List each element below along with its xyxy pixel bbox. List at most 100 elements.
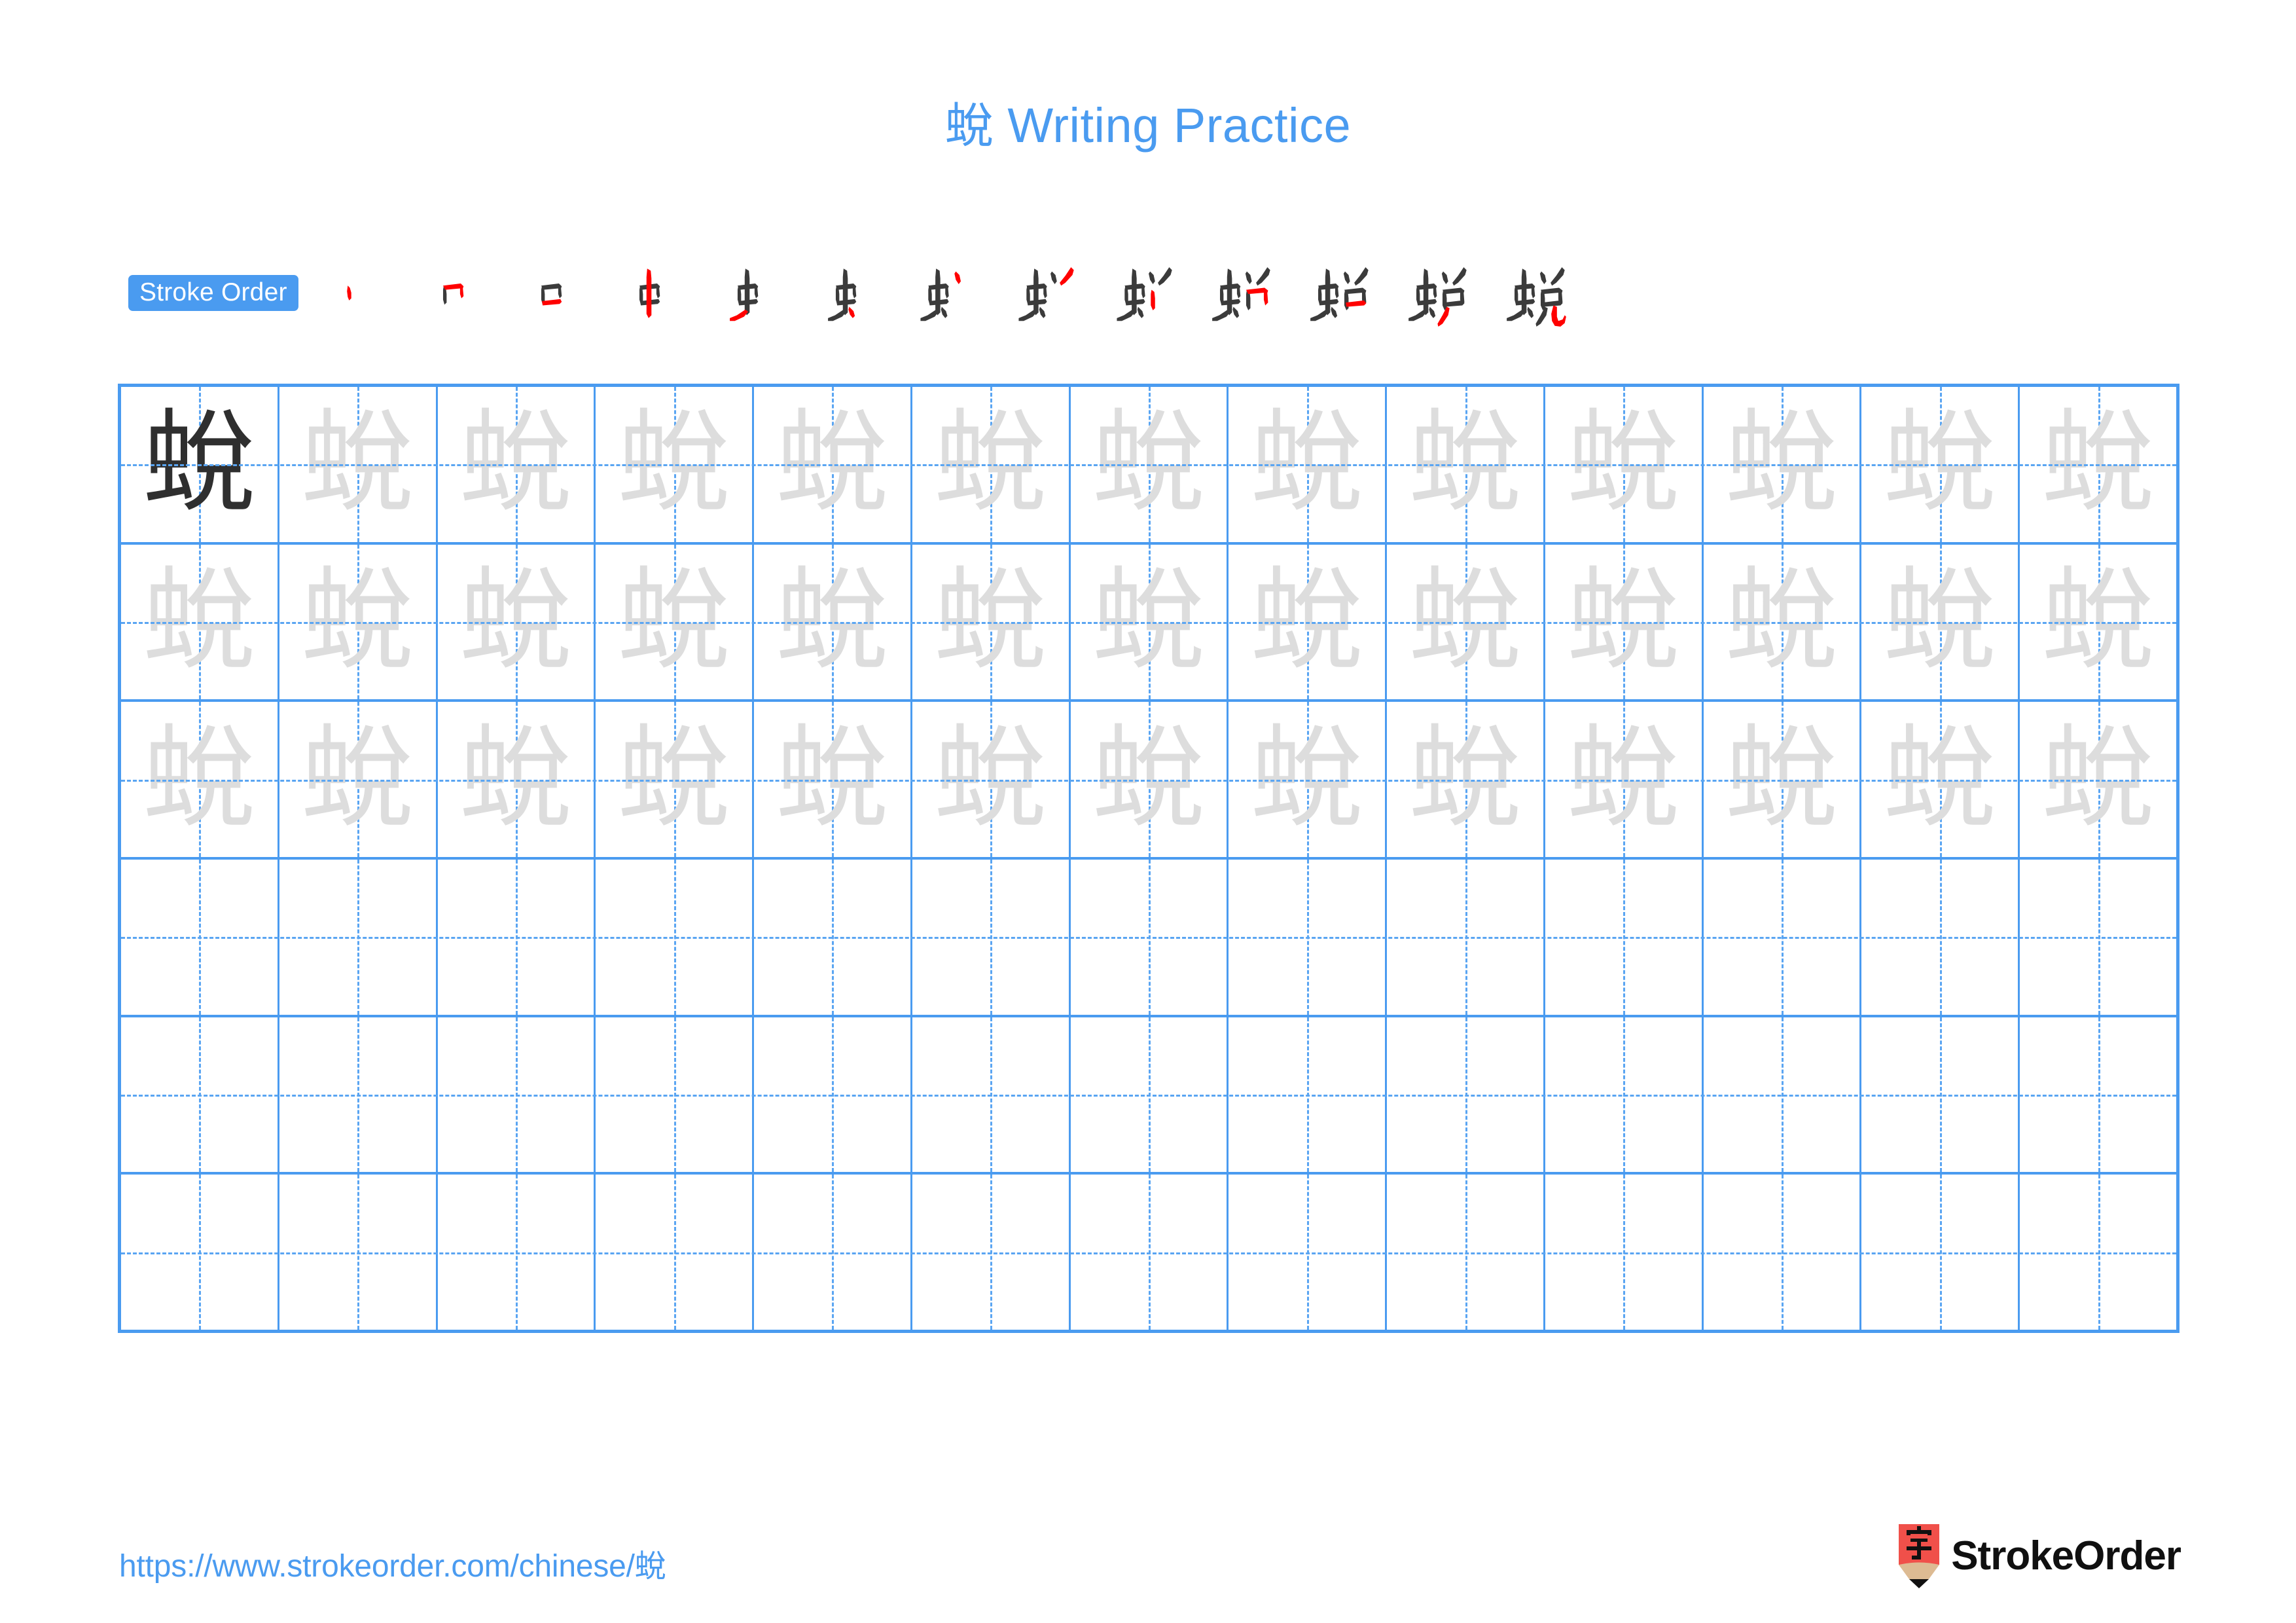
practice-cell[interactable] [1229,1175,1388,1330]
practice-char: 蛻 [934,396,1047,528]
practice-cell[interactable] [912,1017,1071,1173]
practice-cell[interactable] [121,860,279,1015]
practice-char: 蛻 [617,554,730,685]
practice-cell[interactable]: 蛻 [1545,387,1704,542]
practice-cell[interactable] [1071,1017,1229,1173]
practice-cell[interactable] [596,860,755,1015]
practice-cell[interactable] [279,1017,438,1173]
practice-cell[interactable]: 蛻 [1229,387,1388,542]
practice-cell[interactable] [1545,1017,1704,1173]
practice-cell[interactable] [1229,860,1388,1015]
practice-cell[interactable] [121,1017,279,1173]
practice-cell[interactable]: 蛻 [912,544,1071,700]
practice-char: 蛻 [143,554,256,685]
practice-cell[interactable]: 蛻 [1704,544,1862,700]
practice-cell[interactable] [438,860,596,1015]
practice-cell[interactable]: 蛻 [912,387,1071,542]
stroke-step-13 [1483,256,1581,329]
practice-cell[interactable] [1545,1175,1704,1330]
practice-cell[interactable]: 蛻 [1071,702,1229,858]
practice-cell[interactable] [1861,1017,2020,1173]
practice-cell[interactable]: 蛻 [1861,544,2020,700]
practice-cell[interactable]: 蛻 [1704,387,1862,542]
practice-char: 蛻 [301,554,414,685]
practice-cell[interactable] [438,1017,596,1173]
practice-cell[interactable]: 蛻 [1229,702,1388,858]
practice-cell[interactable] [1545,860,1704,1015]
practice-cell[interactable]: 蛻 [1387,702,1545,858]
practice-cell[interactable]: 蛻 [121,387,279,542]
practice-cell[interactable]: 蛻 [1071,544,1229,700]
practice-cell[interactable] [1861,1175,2020,1330]
practice-grid-row: 蛻蛻蛻蛻蛻蛻蛻蛻蛻蛻蛻蛻蛻 [121,544,2176,702]
practice-cell[interactable]: 蛻 [121,544,279,700]
practice-cell[interactable]: 蛻 [1704,702,1862,858]
stroke-step-3 [501,256,600,329]
practice-cell[interactable]: 蛻 [2020,387,2176,542]
practice-cell[interactable] [121,1175,279,1330]
practice-cell[interactable] [596,1175,755,1330]
practice-cell[interactable]: 蛻 [1229,544,1388,700]
practice-char: 蛻 [1250,554,1363,685]
practice-cell[interactable] [1704,860,1862,1015]
practice-cell[interactable]: 蛻 [596,544,755,700]
practice-cell[interactable]: 蛻 [596,702,755,858]
brand-logo: StrokeOrder [1899,1524,2181,1588]
practice-grid: 蛻蛻蛻蛻蛻蛻蛻蛻蛻蛻蛻蛻蛻蛻蛻蛻蛻蛻蛻蛻蛻蛻蛻蛻蛻蛻蛻蛻蛻蛻蛻蛻蛻蛻蛻蛻蛻蛻蛻 [118,384,2179,1333]
stroke-step-10 [1189,256,1287,329]
footer-url[interactable]: https://www.strokeorder.com/chinese/蛻 [119,1540,666,1586]
practice-char: 蛻 [776,554,889,685]
practice-cell[interactable] [1387,1175,1545,1330]
practice-cell[interactable] [596,1017,755,1173]
practice-cell[interactable]: 蛻 [1387,544,1545,700]
practice-cell[interactable] [279,860,438,1015]
practice-cell[interactable]: 蛻 [121,702,279,858]
stroke-order-section: Stroke Order [128,257,1581,329]
practice-char: 蛻 [459,396,572,528]
practice-cell[interactable]: 蛻 [279,702,438,858]
practice-cell[interactable]: 蛻 [754,387,912,542]
practice-cell[interactable]: 蛻 [2020,702,2176,857]
practice-cell[interactable]: 蛻 [912,702,1071,858]
stroke-step-11 [1287,256,1385,329]
practice-cell[interactable]: 蛻 [754,544,912,700]
practice-grid-row: 蛻蛻蛻蛻蛻蛻蛻蛻蛻蛻蛻蛻蛻 [121,702,2176,860]
practice-cell[interactable]: 蛻 [1861,702,2020,858]
practice-cell[interactable] [1387,1017,1545,1173]
practice-cell[interactable]: 蛻 [438,702,596,858]
practice-cell[interactable]: 蛻 [1545,702,1704,858]
practice-cell[interactable] [912,1175,1071,1330]
practice-cell[interactable]: 蛻 [1861,387,2020,542]
practice-cell[interactable]: 蛻 [279,387,438,542]
practice-cell[interactable] [754,860,912,1015]
practice-cell[interactable] [1229,1017,1388,1173]
practice-cell[interactable] [1861,860,2020,1015]
practice-cell[interactable] [1387,860,1545,1015]
practice-char: 蛻 [459,711,572,843]
practice-cell[interactable]: 蛻 [438,544,596,700]
practice-cell[interactable] [754,1017,912,1173]
practice-cell[interactable] [1704,1017,1862,1173]
practice-cell[interactable] [438,1175,596,1330]
practice-cell[interactable] [1704,1175,1862,1330]
practice-cell[interactable]: 蛻 [438,387,596,542]
practice-cell[interactable]: 蛻 [2020,544,2176,700]
practice-cell[interactable]: 蛻 [754,702,912,858]
practice-cell[interactable]: 蛻 [1545,544,1704,700]
practice-char: 蛻 [1250,711,1363,843]
practice-char: 蛻 [143,711,256,843]
practice-char: 蛻 [143,396,256,528]
practice-cell[interactable] [1071,1175,1229,1330]
practice-cell[interactable]: 蛻 [1387,387,1545,542]
stroke-step-4 [600,256,698,329]
practice-cell[interactable]: 蛻 [596,387,755,542]
practice-cell[interactable] [2020,1017,2176,1173]
practice-cell[interactable] [1071,860,1229,1015]
practice-cell[interactable] [279,1175,438,1330]
practice-cell[interactable] [2020,860,2176,1015]
practice-cell[interactable]: 蛻 [1071,387,1229,542]
practice-cell[interactable] [754,1175,912,1330]
practice-cell[interactable]: 蛻 [279,544,438,700]
practice-cell[interactable] [2020,1175,2176,1330]
practice-cell[interactable] [912,860,1071,1015]
